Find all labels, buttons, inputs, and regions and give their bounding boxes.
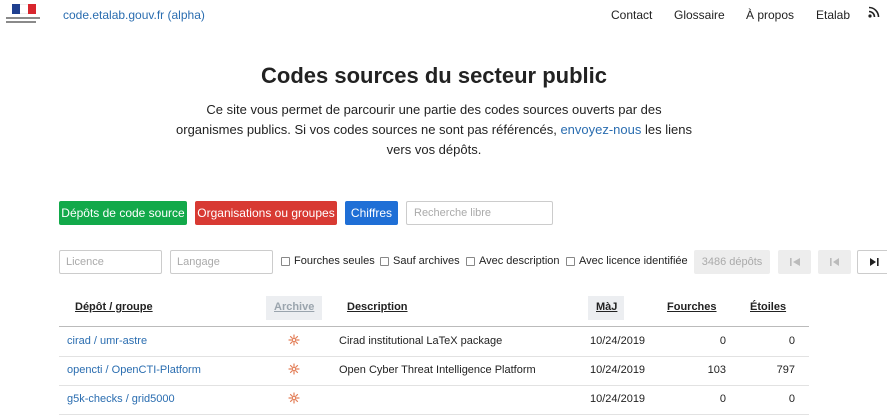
- repo-updated: 10/24/2019: [590, 364, 646, 376]
- stats-button[interactable]: Chiffres: [345, 201, 398, 225]
- repo-updated: 10/24/2019: [590, 393, 646, 405]
- column-header-updated[interactable]: MàJ: [596, 301, 617, 313]
- column-header-archive[interactable]: Archive: [274, 301, 314, 313]
- checkbox-label: Avec licence identifiée: [579, 255, 688, 267]
- row-divider: [59, 385, 809, 386]
- row-divider: [59, 356, 809, 357]
- repo-link-text[interactable]: cirad / umr-astre: [67, 335, 147, 347]
- site-home-link[interactable]: code.etalab.gouv.fr (alpha): [63, 8, 205, 22]
- repo-stars: 797: [776, 364, 795, 376]
- repo-forks: 0: [719, 393, 726, 405]
- first-page-button[interactable]: [778, 250, 811, 274]
- repo-stars: 0: [788, 335, 795, 347]
- repo-link-text[interactable]: g5k-checks / grid5000: [67, 393, 175, 405]
- first-page-icon: [789, 258, 800, 266]
- column-header-repo[interactable]: Dépôt / groupe: [75, 301, 153, 313]
- archive-status-icon: [288, 363, 300, 375]
- checkbox-box[interactable]: [566, 256, 575, 266]
- column-header-stars[interactable]: Étoiles: [750, 301, 786, 313]
- contact-link[interactable]: envoyez-nous: [560, 122, 641, 137]
- archive-status-icon: [288, 334, 300, 346]
- column-header-forks[interactable]: Fourches: [667, 301, 717, 313]
- checkbox-label: Avec description: [479, 255, 560, 267]
- rss-icon[interactable]: [868, 6, 880, 18]
- repo-updated: 10/24/2019: [590, 335, 646, 347]
- checkbox-box[interactable]: [281, 256, 290, 266]
- licence-filter-input[interactable]: [59, 250, 162, 274]
- repo-stars: 0: [788, 393, 795, 405]
- orgs-button[interactable]: Organisations ou groupes: [195, 201, 337, 225]
- row-divider: [59, 414, 809, 415]
- exclude-archives-checkbox[interactable]: Sauf archives: [380, 255, 460, 267]
- repo-count-badge: 3486 dépôts: [694, 250, 770, 274]
- nav-glossaire[interactable]: Glossaire: [674, 8, 725, 22]
- repo-link[interactable]: cirad / umr-astre: [67, 335, 147, 347]
- checkbox-label: Sauf archives: [393, 255, 460, 267]
- previous-page-button[interactable]: [818, 250, 851, 274]
- checkbox-box[interactable]: [380, 256, 389, 266]
- previous-page-icon: [829, 258, 839, 266]
- repo-link[interactable]: opencti / OpenCTI-Platform: [67, 364, 201, 376]
- intro-text: Ce site vous permet de parcourir une par…: [174, 100, 694, 160]
- with-description-checkbox[interactable]: Avec description: [466, 255, 560, 267]
- next-page-button[interactable]: [857, 250, 887, 274]
- repo-description: Cirad institutional LaTeX package: [339, 335, 503, 347]
- checkbox-box[interactable]: [466, 256, 475, 266]
- page-title: Codes sources du secteur public: [261, 63, 607, 88]
- language-filter-input[interactable]: [170, 250, 273, 274]
- nav-etalab[interactable]: Etalab: [816, 8, 850, 22]
- nav-contact[interactable]: Contact: [611, 8, 652, 22]
- repo-link-text[interactable]: opencti / OpenCTI-Platform: [67, 364, 201, 376]
- table-header-divider: [59, 326, 809, 327]
- repo-forks: 0: [719, 335, 726, 347]
- search-input[interactable]: [406, 201, 553, 225]
- forks-only-checkbox[interactable]: Fourches seules: [281, 255, 375, 267]
- next-page-icon: [869, 258, 879, 266]
- repo-description: Open Cyber Threat Intelligence Platform: [339, 364, 536, 376]
- marianne-logo[interactable]: [6, 4, 42, 24]
- repos-button[interactable]: Dépôts de code source: [59, 201, 187, 225]
- column-header-description[interactable]: Description: [347, 301, 408, 313]
- repo-link[interactable]: g5k-checks / grid5000: [67, 393, 175, 405]
- nav-a-propos[interactable]: À propos: [746, 8, 794, 22]
- checkbox-label: Fourches seules: [294, 255, 375, 267]
- archive-status-icon: [288, 392, 300, 404]
- with-licence-checkbox[interactable]: Avec licence identifiée: [566, 255, 688, 267]
- repo-forks: 103: [707, 364, 726, 376]
